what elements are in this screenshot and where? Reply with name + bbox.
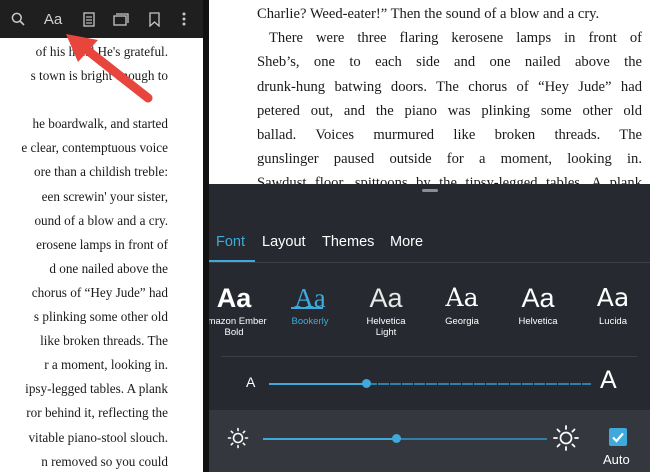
right-reader-pane: Charlie? Weed-eater!” Then the sound of … <box>209 0 650 472</box>
font-sample: Aa <box>445 283 479 312</box>
font-option-bookerly[interactable]: Aa Bookerly <box>270 282 350 327</box>
font-option-helvetica-light[interactable]: Aa Helvetica Light <box>346 282 426 338</box>
tab-layout[interactable]: Layout <box>262 234 306 250</box>
page-flip-icon <box>113 12 129 26</box>
font-option-lucida[interactable]: Aa Lucida <box>573 282 650 327</box>
font-options: Aa Amazon Ember Bold Aa Bookerly Aa Helv… <box>209 282 650 346</box>
brightness-row: Auto <box>209 410 650 472</box>
page-flip-button[interactable] <box>109 0 133 38</box>
text-line: ore than a childish treble: <box>33 164 168 180</box>
search-icon <box>11 12 25 26</box>
text-line: Charlie? Weed-eater!” Then the sound of … <box>257 6 600 22</box>
brightness-slider-knob[interactable] <box>392 434 401 443</box>
text-line: e clear, contemptuous voice <box>21 140 168 156</box>
settings-tabs: Font Layout Themes More <box>209 228 650 262</box>
text-line: een screwin' your sister, <box>41 188 168 204</box>
left-page-text: of his h[er] He's grateful. s town is br… <box>0 38 168 472</box>
text-line: ror behind it, reflecting the <box>26 405 168 421</box>
font-settings-button[interactable]: Aa <box>38 0 68 38</box>
font-size-slider-knob[interactable] <box>362 379 371 388</box>
text-line: of his h[er] He's grateful. <box>35 44 168 59</box>
notes-icon <box>83 11 95 27</box>
text-line: Sheb’s, one to each side and one nailed … <box>257 54 642 71</box>
text-line: d one nailed above the <box>49 260 168 276</box>
auto-brightness-label: Auto <box>603 452 630 467</box>
text-line: ballad. Voices murmured like broken thre… <box>257 126 642 143</box>
text-line: n removed so you could <box>41 453 168 469</box>
font-sample: Aa <box>216 283 252 313</box>
font-size-row: A A <box>209 366 650 400</box>
more-menu-button[interactable] <box>176 0 192 38</box>
notes-button[interactable] <box>78 0 100 38</box>
checkmark-icon <box>612 432 624 443</box>
font-size-slider-track[interactable] <box>366 383 591 385</box>
tab-themes[interactable]: Themes <box>322 234 374 250</box>
brightness-high-icon <box>553 425 579 451</box>
divider <box>221 356 637 357</box>
text-line: r a moment, looking in. <box>44 357 168 373</box>
text-line: ound of a blow and a cry. <box>34 212 168 228</box>
bookmark-button[interactable] <box>144 0 164 38</box>
font-size-small-label: A <box>246 374 256 390</box>
text-line: he boardwalk, and started <box>32 116 169 132</box>
text-line: erosene lamps in front of <box>36 236 168 252</box>
text-line: like broken threads. The <box>40 333 168 349</box>
text-line: ipsy-legged tables. A plank <box>25 381 168 397</box>
divider <box>209 262 650 263</box>
reader-toolbar: Aa <box>0 0 203 38</box>
selected-font-indicator <box>291 307 323 309</box>
text-line: gunslinger paused outside for a moment, … <box>257 151 642 168</box>
font-sample: Aa <box>369 283 403 313</box>
font-name: Georgia <box>445 316 479 327</box>
tab-font[interactable]: Font <box>216 234 245 250</box>
text-line: s plinking some other old <box>33 309 168 325</box>
text-line: drunk-hung batwing doors. The chorus of … <box>257 78 642 95</box>
font-sample: Aa <box>521 283 555 313</box>
text-line: There were three flaring kerosene lamps … <box>269 30 642 47</box>
font-name: Helvetica <box>518 316 558 327</box>
brightness-slider-fill <box>263 438 396 440</box>
text-line <box>0 88 168 112</box>
font-sample: Aa <box>294 283 326 313</box>
drag-handle[interactable] <box>422 189 438 192</box>
font-settings-icon: Aa <box>43 10 63 28</box>
right-page-text: Charlie? Weed-eater!” Then the sound of … <box>257 2 642 196</box>
text-line: petered out, and the piano was plinking … <box>257 102 642 119</box>
text-line: s town is bright enough to <box>30 68 168 84</box>
tab-more[interactable]: More <box>390 234 423 250</box>
more-icon <box>182 12 186 26</box>
font-option-georgia[interactable]: Aa Georgia <box>422 282 502 327</box>
font-sample: Aa <box>596 283 630 312</box>
brightness-slider-track[interactable] <box>396 438 547 440</box>
font-option-helvetica[interactable]: Aa Helvetica <box>498 282 578 327</box>
auto-brightness-checkbox[interactable] <box>609 428 627 446</box>
text-line: vitable piano-stool slouch. <box>28 429 168 445</box>
font-name: Bookerly <box>291 316 329 327</box>
bookmark-icon <box>148 11 160 27</box>
left-reader-pane: Aa of his h[er] He's grateful. s town is… <box>0 0 203 472</box>
font-option-amazon-ember-bold[interactable]: Aa Amazon Ember Bold <box>209 282 274 338</box>
font-name: Amazon Ember Bold <box>209 316 267 338</box>
font-name: Helvetica Light <box>366 316 406 338</box>
text-line: chorus of “Hey Jude” had <box>31 284 168 300</box>
brightness-low-icon <box>227 427 249 449</box>
font-name: Lucida <box>599 316 627 327</box>
font-size-slider-fill <box>269 383 366 385</box>
search-button[interactable] <box>7 0 29 38</box>
reading-settings-panel: Font Layout Themes More Aa Amazon Ember … <box>209 184 650 472</box>
font-size-large-label: A <box>600 366 617 394</box>
